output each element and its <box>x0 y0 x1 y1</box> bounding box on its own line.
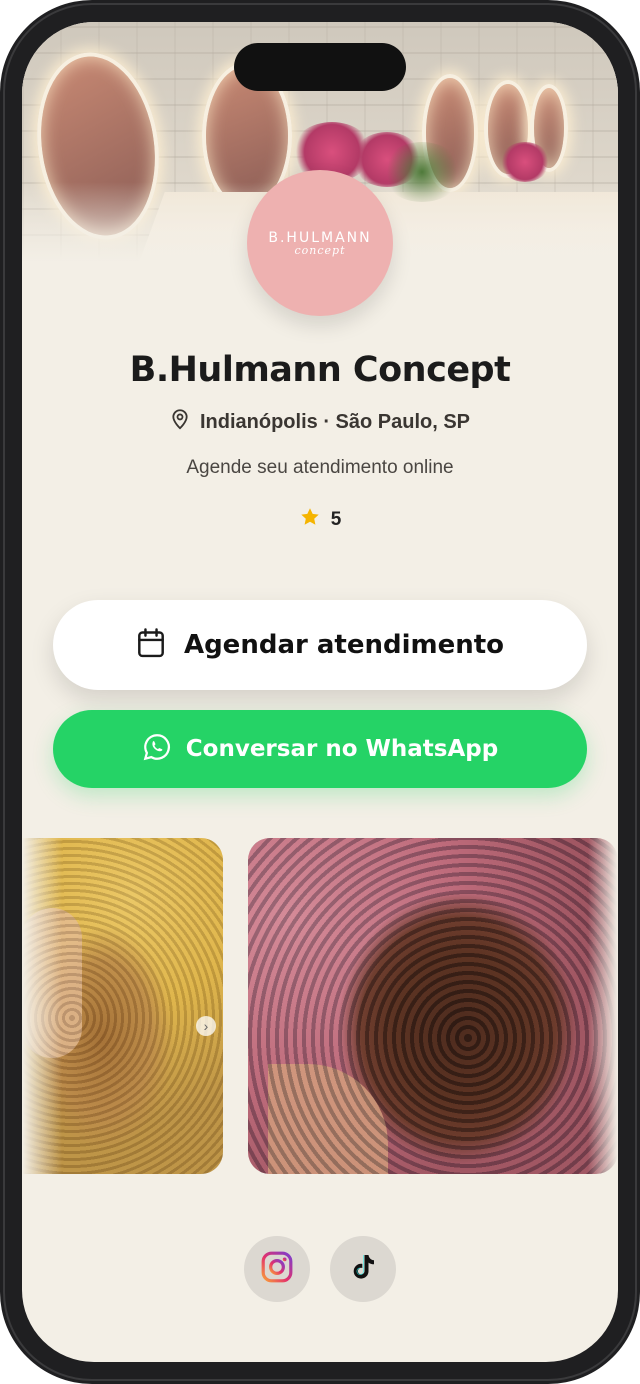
whatsapp-label: Conversar no WhatsApp <box>185 736 499 762</box>
gallery-fade-left <box>22 838 62 1174</box>
photo-texture <box>248 838 618 1174</box>
calendar-icon <box>136 627 166 664</box>
tagline: Agende seu atendimento online <box>186 457 454 478</box>
tiktok-icon <box>349 1252 377 1287</box>
instagram-icon <box>260 1250 294 1289</box>
schedule-label: Agendar atendimento <box>183 630 505 660</box>
cover-flowers <box>500 142 550 182</box>
dynamic-island <box>234 43 406 91</box>
instagram-link[interactable] <box>244 1236 310 1302</box>
phone-frame: B.HULMANN concept B.Hulmann Concept Indi… <box>0 0 640 1384</box>
whatsapp-button[interactable]: Conversar no WhatsApp <box>53 710 587 788</box>
screen: B.HULMANN concept B.Hulmann Concept Indi… <box>22 22 618 1362</box>
schedule-button[interactable]: Agendar atendimento <box>53 600 587 690</box>
business-name: B.Hulmann Concept <box>129 350 511 390</box>
rating-value: 5 <box>330 509 342 530</box>
star-icon <box>299 506 321 534</box>
logo-subtext: concept <box>294 243 346 257</box>
location: Indianópolis · São Paulo, SP <box>22 408 618 436</box>
brand-logo: B.HULMANN concept <box>247 170 393 316</box>
whatsapp-icon <box>142 732 172 767</box>
rating: 5 <box>22 506 618 534</box>
photo-gallery[interactable] <box>22 838 618 1174</box>
gallery-fade-right <box>588 838 618 1174</box>
map-pin-icon <box>170 408 190 436</box>
chevron-right-icon[interactable]: › <box>196 1016 216 1036</box>
location-text: Indianópolis · São Paulo, SP <box>199 410 471 433</box>
gallery-photo[interactable] <box>248 838 618 1174</box>
social-links <box>22 1236 618 1302</box>
tiktok-link[interactable] <box>330 1236 396 1302</box>
